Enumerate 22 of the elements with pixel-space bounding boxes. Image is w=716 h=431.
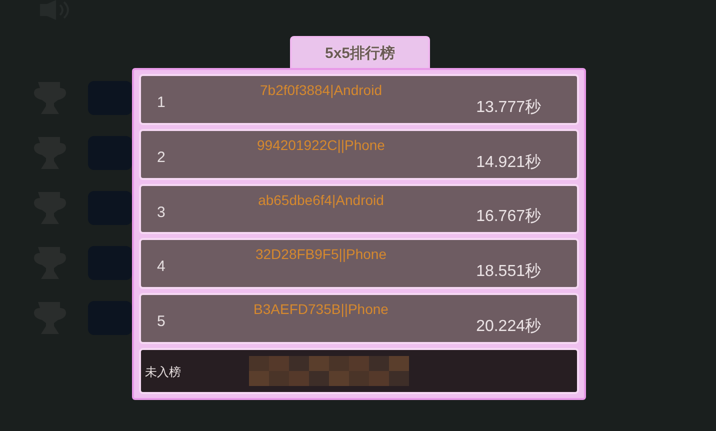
rank-number: 3 bbox=[157, 202, 166, 223]
time-record: 18.551秒 bbox=[476, 262, 541, 282]
player-id: 994201922C||Phone bbox=[257, 136, 385, 155]
rank-number: 1 bbox=[157, 93, 166, 113]
rank-number: 5 bbox=[157, 312, 166, 332]
player-id: 32D28FB9F5||Phone bbox=[255, 245, 387, 264]
rank-number: 4 bbox=[157, 257, 166, 278]
level-button[interactable] bbox=[88, 81, 132, 115]
player-id: B3AEFD735B||Phone bbox=[254, 300, 388, 320]
rank-status: 未入榜 bbox=[145, 364, 181, 382]
time-record: 20.224秒 bbox=[476, 317, 541, 338]
rank-number: 2 bbox=[157, 148, 166, 168]
time-record: 13.777秒 bbox=[476, 98, 541, 118]
player-id: 7b2f0f3884|Android bbox=[260, 81, 382, 100]
leaderboard-title: 5x5排行榜 bbox=[290, 36, 430, 70]
player-id: ab65dbe6f4|Android bbox=[258, 190, 384, 210]
level-button[interactable] bbox=[88, 301, 132, 335]
level-button[interactable] bbox=[88, 136, 132, 170]
level-button[interactable] bbox=[88, 246, 132, 280]
time-record: 16.767秒 bbox=[476, 207, 541, 228]
time-record: 14.921秒 bbox=[476, 152, 541, 173]
level-button[interactable] bbox=[88, 191, 132, 225]
